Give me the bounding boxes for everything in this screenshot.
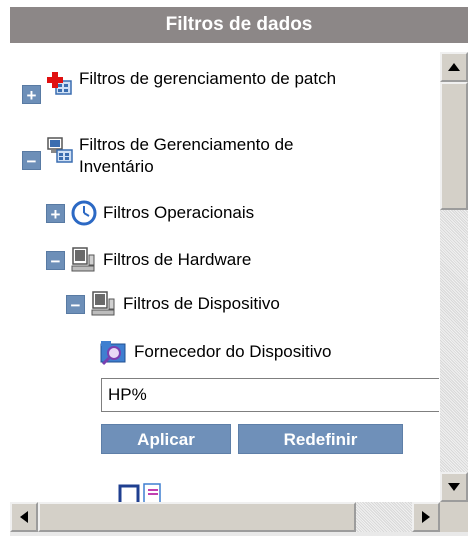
- arrow-down-icon: [448, 483, 460, 491]
- inventory-icon: [47, 137, 73, 163]
- horizontal-scrollbar[interactable]: [10, 502, 440, 532]
- tree-item-label: Filtros de Dispositivo: [123, 294, 280, 313]
- scroll-up-button[interactable]: [440, 52, 468, 82]
- computer-icon: [71, 247, 97, 273]
- arrow-up-icon: [448, 63, 460, 71]
- tree-item-label: Filtros de Gerenciamento de Inventário: [79, 135, 294, 176]
- vertical-scrollbar[interactable]: [440, 52, 468, 502]
- arrow-left-icon: [20, 511, 28, 523]
- apply-button[interactable]: Aplicar: [101, 424, 231, 454]
- tree-item-label: Filtros de Hardware: [103, 250, 252, 269]
- tree-item-label: Filtros Operacionais: [103, 203, 255, 222]
- tree-item-patch-filters[interactable]: + Filtros de gerenciamento de patch: [22, 68, 359, 118]
- reset-button[interactable]: Redefinir: [238, 424, 403, 454]
- tree-item-device-vendor[interactable]: Fornecedor do Dispositivo: [100, 337, 331, 367]
- arrow-right-icon: [422, 511, 430, 523]
- expand-icon[interactable]: +: [46, 203, 65, 224]
- partial-icons: [118, 466, 164, 502]
- vertical-scroll-thumb[interactable]: [440, 82, 468, 210]
- scroll-right-button[interactable]: [412, 502, 440, 532]
- tree-item-label: Filtros de gerenciamento de patch: [79, 69, 337, 88]
- scroll-left-button[interactable]: [10, 502, 38, 532]
- patch-icon: [47, 71, 73, 97]
- computer-icon: [91, 291, 117, 317]
- tree-item-inventory-filters[interactable]: − Filtros de Gerenciamento de Inventário: [22, 134, 359, 184]
- search-folder-icon: [100, 338, 128, 366]
- tree-item-device-filters[interactable]: − Filtros de Dispositivo: [66, 289, 280, 319]
- collapse-icon[interactable]: −: [66, 294, 85, 315]
- collapse-icon[interactable]: −: [46, 250, 65, 271]
- tree-item-hardware-filters[interactable]: − Filtros de Hardware: [46, 245, 251, 275]
- panel-title: Filtros de dados: [10, 7, 468, 43]
- clock-icon: [71, 200, 97, 226]
- collapse-icon[interactable]: −: [22, 151, 41, 171]
- scrollbar-corner: [440, 502, 468, 532]
- device-vendor-filter-input[interactable]: [101, 378, 439, 412]
- scroll-down-button[interactable]: [440, 472, 468, 502]
- expand-icon[interactable]: +: [22, 85, 41, 105]
- horizontal-scroll-thumb[interactable]: [38, 502, 356, 532]
- tree-item-label: Fornecedor do Dispositivo: [134, 342, 332, 361]
- data-filters-panel: Filtros de dados + Filtros de gerenciame…: [0, 0, 471, 541]
- tree-item-operational-filters[interactable]: + Filtros Operacionais: [46, 198, 254, 228]
